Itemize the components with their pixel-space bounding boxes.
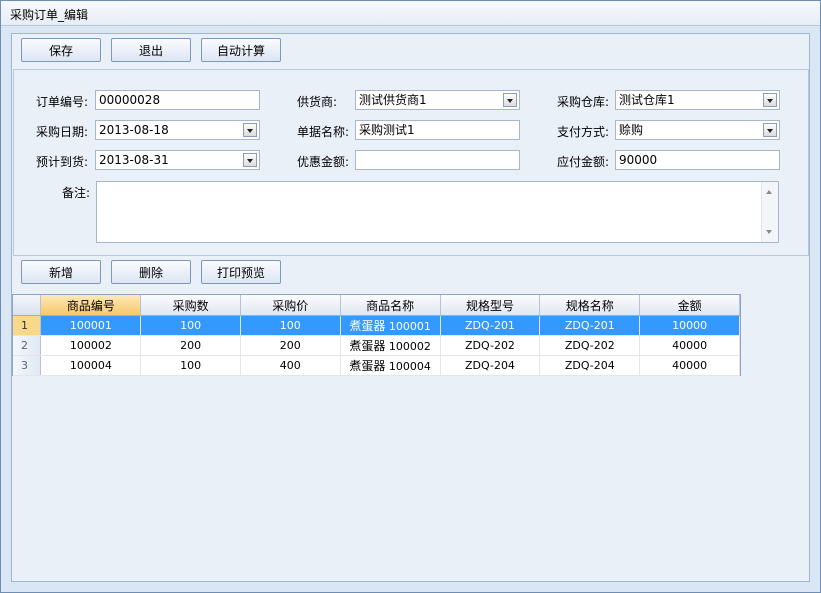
cell-qty[interactable]: 100 (140, 355, 241, 376)
cell-amount[interactable]: 10000 (639, 315, 740, 336)
column-header[interactable]: 商品编号 (40, 295, 142, 316)
exit-button[interactable]: 退出 (111, 38, 191, 62)
cell-price[interactable]: 200 (240, 335, 341, 356)
expected-arrival-picker[interactable]: 2013-08-31 (95, 150, 260, 170)
column-header[interactable]: 金额 (639, 295, 740, 316)
title-bar[interactable]: 采购订单_编辑 (1, 1, 820, 26)
scroll-up-icon[interactable] (766, 190, 772, 194)
cell-model[interactable]: ZDQ-201 (440, 315, 541, 336)
scroll-down-icon[interactable] (766, 230, 772, 234)
cell-code[interactable]: 100001 (40, 315, 142, 336)
cell-name-text: 煮蛋器 (349, 339, 386, 353)
cell-amount[interactable]: 40000 (639, 355, 740, 376)
supplier-label: 供货商: (297, 95, 338, 109)
cell-amount[interactable]: 40000 (639, 335, 740, 356)
auto-calc-button[interactable]: 自动计算 (201, 38, 281, 62)
payment-method-select[interactable]: 赊购 (615, 120, 780, 140)
chevron-down-icon[interactable] (503, 93, 517, 107)
delete-row-button[interactable]: 删除 (111, 260, 191, 284)
grid-toolbar: 新增 删除 打印预览 (12, 256, 809, 288)
supplier-value: 测试供货商1 (359, 93, 427, 107)
add-row-button[interactable]: 新增 (21, 260, 101, 284)
table-row[interactable]: 2 100002 200 200 煮蛋器 100002 ZDQ-202 ZDQ-… (13, 335, 740, 356)
top-toolbar: 保存 退出 自动计算 (12, 34, 809, 66)
items-table: 商品编号 采购数 采购价 商品名称 规格型号 规格名称 金额 1 100001 … (13, 295, 740, 376)
save-button[interactable]: 保存 (21, 38, 101, 62)
cell-qty[interactable]: 200 (140, 335, 241, 356)
order-items-grid: 商品编号 采购数 采购价 商品名称 规格型号 规格名称 金额 1 100001 … (12, 294, 741, 376)
doc-name-label: 单据名称: (297, 125, 350, 139)
chevron-down-icon[interactable] (763, 123, 777, 137)
remark-scrollbar[interactable] (761, 182, 778, 242)
expected-arrival-value: 2013-08-31 (99, 153, 169, 167)
client-area: 保存 退出 自动计算 订单编号: 00000028 采购日期: 2013-08-… (11, 33, 810, 582)
cell-name-text: 煮蛋器 (349, 319, 386, 333)
cell-qty[interactable]: 100 (140, 315, 241, 336)
cell-name[interactable]: 煮蛋器 100001 (340, 315, 441, 336)
row-number[interactable]: 2 (13, 335, 42, 356)
cell-price[interactable]: 400 (240, 355, 341, 376)
cell-code[interactable]: 100004 (40, 355, 142, 376)
order-form-panel: 订单编号: 00000028 采购日期: 2013-08-18 预计到货: 20… (13, 69, 809, 256)
column-header[interactable]: 商品名称 (340, 295, 441, 316)
column-header[interactable]: 采购价 (240, 295, 341, 316)
purchase-date-picker[interactable]: 2013-08-18 (95, 120, 260, 140)
warehouse-select[interactable]: 测试仓库1 (615, 90, 780, 110)
payment-method-value: 赊购 (619, 123, 644, 137)
cell-name[interactable]: 煮蛋器 100004 (340, 355, 441, 376)
warehouse-label: 采购仓库: (557, 95, 610, 109)
column-header[interactable]: 规格名称 (539, 295, 641, 316)
purchase-date-label: 采购日期: (36, 125, 89, 139)
row-number[interactable]: 1 (13, 315, 42, 336)
warehouse-value: 测试仓库1 (619, 93, 675, 107)
doc-name-field[interactable]: 采购测试1 (355, 120, 520, 140)
table-row[interactable]: 1 100001 100 100 煮蛋器 100001 ZDQ-201 ZDQ-… (13, 315, 740, 336)
purchase-date-value: 2013-08-18 (99, 123, 169, 137)
grid-header-row: 商品编号 采购数 采购价 商品名称 规格型号 规格名称 金额 (13, 295, 740, 316)
print-preview-button[interactable]: 打印预览 (201, 260, 281, 284)
cell-name-text: 煮蛋器 (349, 359, 386, 373)
order-no-label: 订单编号: (36, 95, 89, 109)
window-title: 采购订单_编辑 (10, 8, 89, 22)
cell-price[interactable]: 100 (240, 315, 341, 336)
expected-arrival-label: 预计到货: (36, 155, 89, 169)
cell-name[interactable]: 煮蛋器 100002 (340, 335, 441, 356)
remark-label: 备注: (62, 186, 91, 200)
discount-field[interactable] (355, 150, 520, 170)
cell-name-code: 100001 (388, 320, 431, 333)
chevron-down-icon[interactable] (243, 123, 257, 137)
row-number[interactable]: 3 (13, 355, 42, 376)
payment-method-label: 支付方式: (557, 125, 610, 139)
cell-model[interactable]: ZDQ-202 (440, 335, 541, 356)
cell-model[interactable]: ZDQ-204 (440, 355, 541, 376)
discount-label: 优惠金额: (297, 155, 350, 169)
table-row[interactable]: 3 100004 100 400 煮蛋器 100004 ZDQ-204 ZDQ-… (13, 355, 740, 376)
cell-spec[interactable]: ZDQ-202 (539, 335, 641, 356)
order-no-field[interactable]: 00000028 (95, 90, 260, 110)
payable-field[interactable]: 90000 (615, 150, 780, 170)
cell-name-code: 100004 (388, 360, 431, 373)
supplier-select[interactable]: 测试供货商1 (355, 90, 520, 110)
payable-label: 应付金额: (557, 155, 610, 169)
chevron-down-icon[interactable] (763, 93, 777, 107)
cell-name-code: 100002 (388, 340, 431, 353)
cell-spec[interactable]: ZDQ-201 (539, 315, 641, 336)
column-header[interactable]: 规格型号 (440, 295, 541, 316)
order-edit-window: 采购订单_编辑 保存 退出 自动计算 订单编号: 00000028 采购日期: … (0, 0, 821, 593)
remark-textarea[interactable] (96, 181, 779, 243)
cell-spec[interactable]: ZDQ-204 (539, 355, 641, 376)
chevron-down-icon[interactable] (243, 153, 257, 167)
column-header[interactable]: 采购数 (140, 295, 241, 316)
cell-code[interactable]: 100002 (40, 335, 142, 356)
grid-corner[interactable] (13, 295, 42, 316)
